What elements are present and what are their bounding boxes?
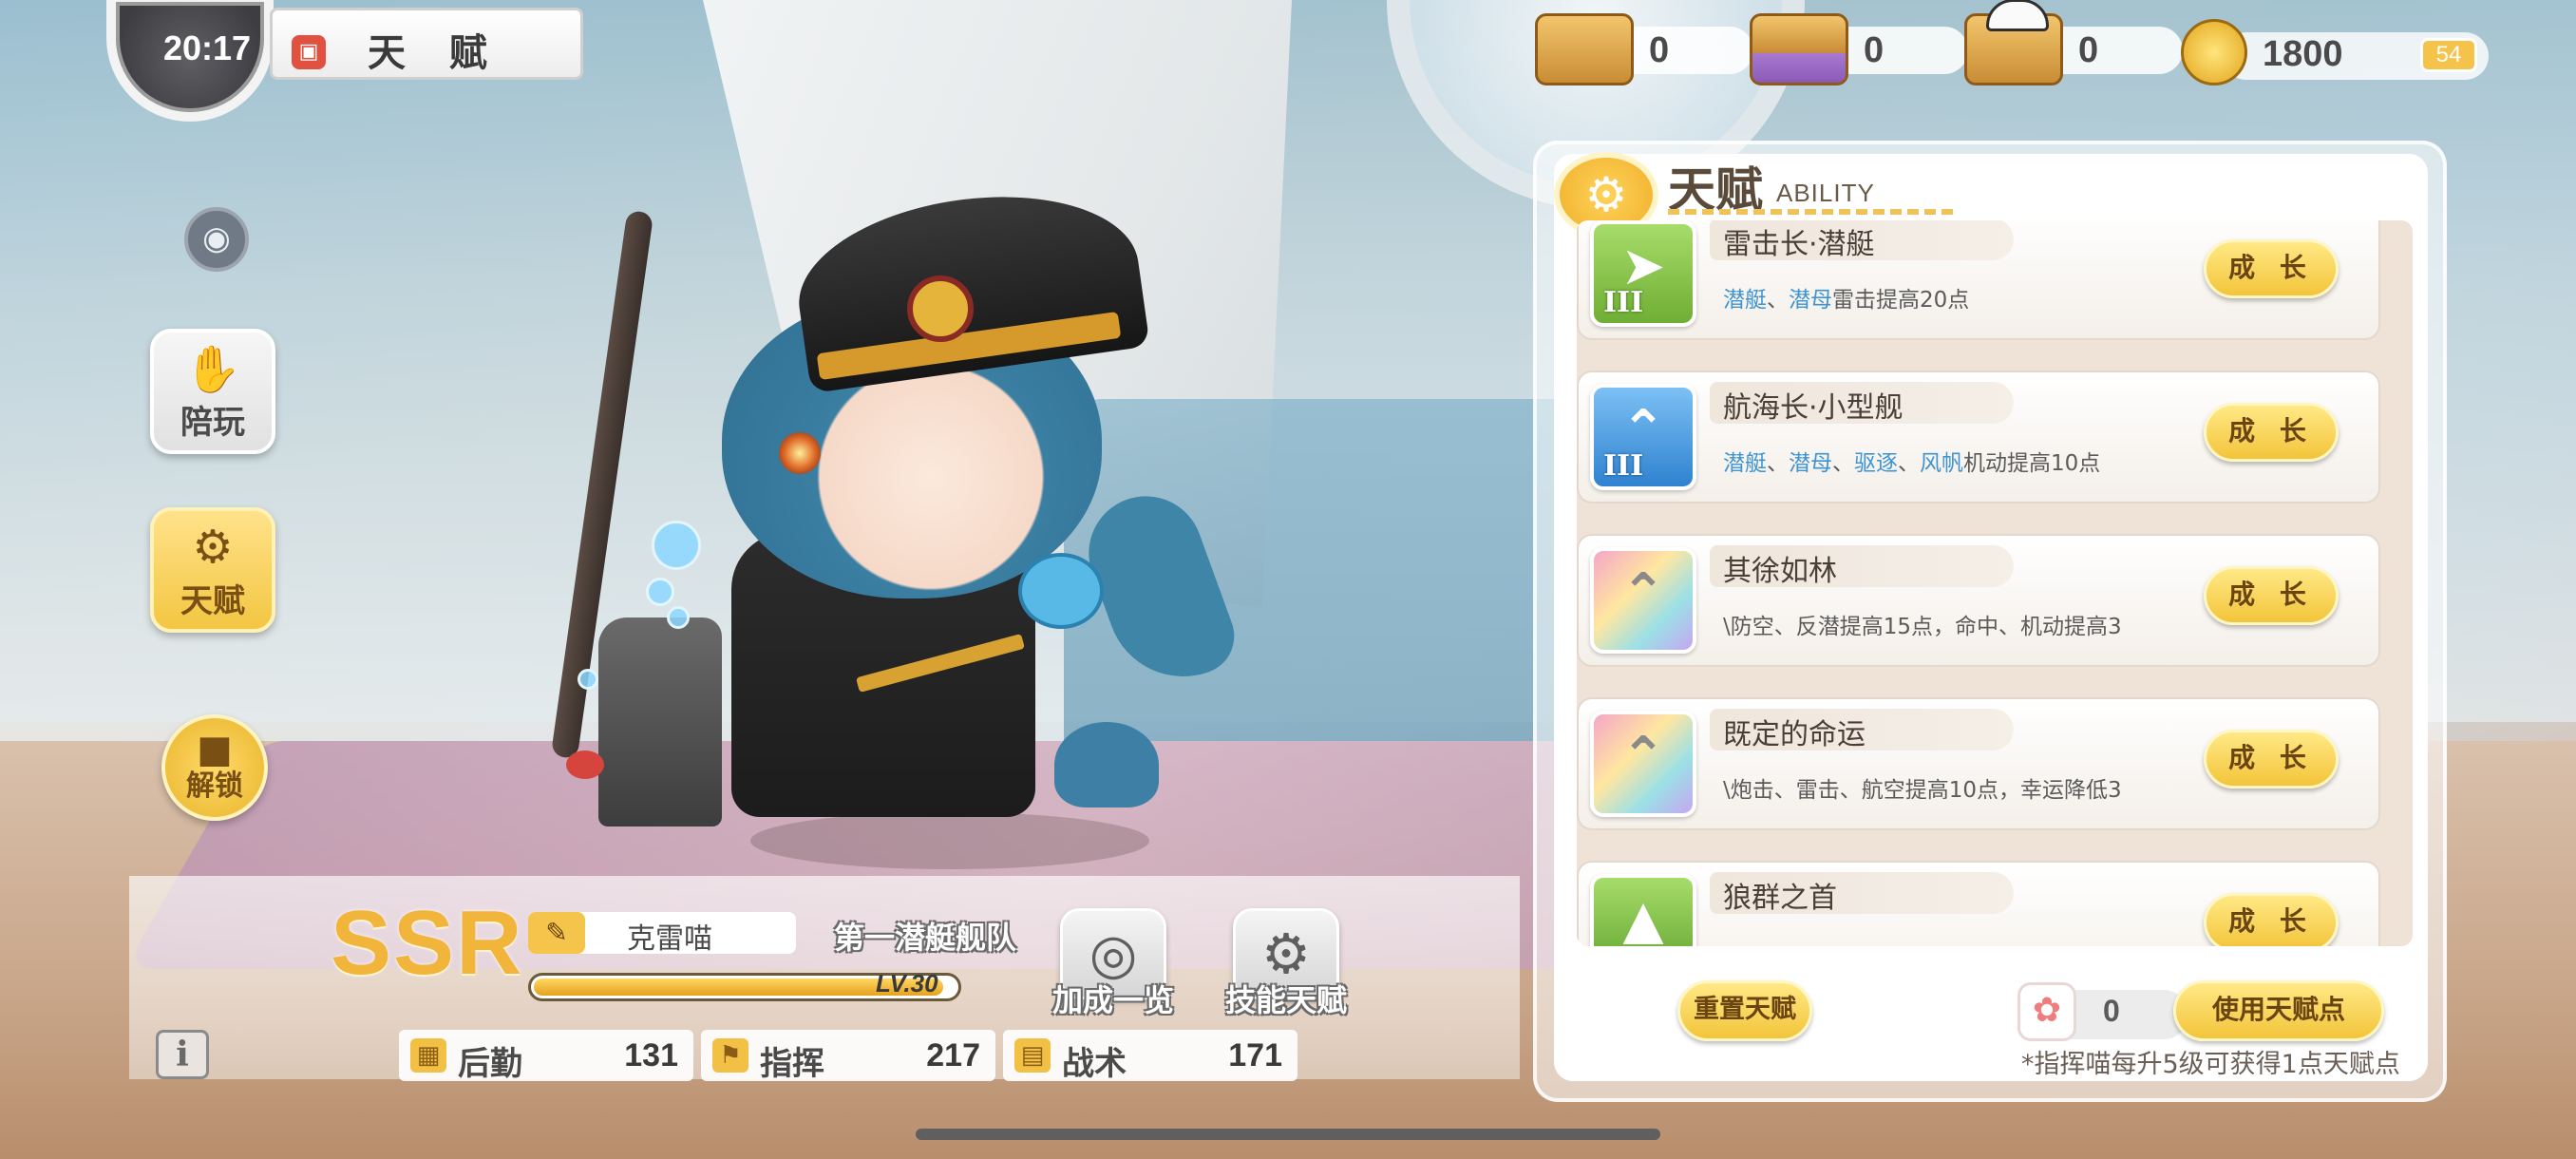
level-label: LV.30	[876, 969, 938, 998]
crab-sprite	[566, 750, 604, 779]
stat-command: ⚑ 指挥 217	[701, 1030, 995, 1083]
reset-talent-button[interactable]: 重置天赋	[1677, 980, 1812, 1041]
bonus-overview-button[interactable]: ◎ 加成一览	[1052, 908, 1174, 1018]
rarity-label: SSR	[331, 892, 524, 994]
use-talent-points-button[interactable]: 使用天赋点	[2173, 980, 2384, 1041]
talent-description: 潜艇、潜母、驱逐、风帆机动提高10点	[1723, 451, 2101, 476]
talent-description: \炮击、雷击、航空提高10点，幸运降低3点	[1723, 778, 2122, 803]
talent-card: ▲ 狼群之首 成 长	[1577, 861, 2380, 946]
unlock-button[interactable]: ■ 解锁	[161, 714, 268, 821]
grow-button[interactable]: 成 长	[2204, 730, 2339, 788]
resource-count: 0	[1649, 30, 1670, 70]
talent-button[interactable]: ⚙ 天赋	[150, 507, 275, 633]
talent-tier: III	[1603, 449, 1644, 483]
character-sprite[interactable]	[550, 176, 1245, 874]
talent-description: \防空、反潜提高15点，命中、机动提高3点	[1723, 615, 2122, 639]
stat-label: 指挥	[760, 1045, 824, 1083]
grow-button[interactable]: 成 长	[2204, 403, 2339, 462]
talent-points-note: *指挥喵每升5级可获得1点天赋点	[2021, 1050, 2400, 1079]
stat-logistics: ▦ 后勤 131	[399, 1030, 693, 1083]
stat-label: 战术	[1062, 1045, 1127, 1083]
fish-sprite	[1018, 553, 1104, 629]
grow-button[interactable]: 成 长	[2204, 566, 2339, 625]
stat-value: 171	[1228, 1037, 1282, 1074]
flag-icon: ⚑	[712, 1038, 748, 1073]
battery-indicator: 54	[2420, 38, 2477, 72]
character-shadow	[750, 812, 1149, 869]
wolf-icon: ▲	[1590, 874, 1696, 946]
skill-talent-button[interactable]: ⚙ 技能天赋	[1225, 908, 1347, 1018]
talent-card: ⌃ 既定的命运 \炮击、雷击、航空提高10点，幸运降低3点 成 长	[1577, 697, 2380, 840]
talent-name: 雷击长·潜艇	[1723, 228, 1875, 261]
resource-count: 0	[1864, 30, 1885, 70]
character-eye	[779, 432, 821, 474]
purple-box-icon	[1750, 13, 1848, 86]
home-indicator[interactable]	[916, 1129, 1660, 1140]
rainbow-chevron-icon: ⌃	[1590, 711, 1696, 817]
bubble	[667, 606, 690, 629]
talent-points-count: 0	[2103, 994, 2120, 1028]
octopus-sprite	[1054, 722, 1159, 808]
cardboard-box-icon	[1535, 13, 1634, 86]
paw-hand-icon: ✋	[184, 343, 241, 396]
coin-count: 1800	[2263, 34, 2343, 74]
bubble	[646, 578, 674, 606]
torpedo-icon: ➤ III	[1590, 220, 1696, 327]
hat-badge	[907, 276, 974, 342]
gold-coin-icon	[2181, 19, 2247, 86]
skill-talent-label: 技能天赋	[1224, 982, 1347, 1018]
bonus-overview-label: 加成一览	[1051, 982, 1174, 1018]
talent-name: 航海长·小型舰	[1723, 391, 1904, 425]
talent-label: 天赋	[180, 582, 245, 620]
rainbow-chevron-icon: ⌃	[1590, 547, 1696, 654]
stat-label: 后勤	[458, 1045, 522, 1083]
page-title-bar: ▣ 天 赋	[270, 8, 583, 80]
talent-card: ⌃ III 航海长·小型舰 潜艇、潜母、驱逐、风帆机动提高10点 成 长	[1577, 370, 2380, 513]
talent-name: 既定的命运	[1723, 718, 1866, 751]
book-icon: ▤	[1014, 1038, 1051, 1073]
chevron-rank-icon: ⌃ III	[1590, 384, 1696, 490]
status-clock: 20:17	[163, 28, 252, 67]
stat-value: 131	[624, 1037, 678, 1074]
talent-card: ⌃ 其徐如林 \防空、反潜提高15点，命中、机动提高3点 成 长	[1577, 534, 2380, 676]
talent-list[interactable]: ➤ III 雷击长·潜艇 潜艇、潜母雷击提高20点 成 长 ⌃ III 航海长·…	[1577, 220, 2413, 946]
bubble	[578, 669, 598, 690]
trash-icon: ▣	[292, 35, 326, 69]
pencil-icon[interactable]: ✎	[528, 912, 585, 954]
stat-tactics: ▤ 战术 171	[1003, 1030, 1297, 1083]
fleet-name: 第一潜艇舰队	[834, 920, 1017, 956]
rock-pile	[598, 618, 722, 826]
title-underline	[1668, 209, 1953, 215]
bubble	[652, 521, 701, 570]
resource-count: 0	[2078, 30, 2099, 70]
captain-box-icon	[1964, 0, 2063, 86]
page-title: 天 赋	[368, 31, 502, 75]
info-icon[interactable]: i	[156, 1030, 209, 1079]
talent-name: 其徐如林	[1723, 555, 1837, 588]
hide-ui-eye-button[interactable]: ◉	[184, 207, 249, 272]
talent-name: 狼群之首	[1723, 882, 1837, 915]
box-icon: ▦	[410, 1038, 446, 1073]
play-button[interactable]: ✋ 陪玩	[150, 329, 275, 454]
unlock-label: 解锁	[186, 770, 243, 803]
play-label: 陪玩	[180, 404, 245, 442]
eye-icon: ◉	[202, 219, 231, 257]
stat-value: 217	[926, 1037, 980, 1074]
paw-gear-icon: ⚙	[192, 521, 234, 574]
paw-icon: ✿	[2017, 982, 2076, 1041]
talent-tier: III	[1603, 286, 1644, 319]
grow-button[interactable]: 成 长	[2204, 239, 2339, 298]
talent-description: 潜艇、潜母雷击提高20点	[1723, 288, 1970, 313]
talent-card: ➤ III 雷击长·潜艇 潜艇、潜母雷击提高20点 成 长	[1577, 220, 2380, 350]
panel-subtitle: ABILITY	[1776, 179, 1875, 207]
character-name: 克雷喵	[627, 922, 712, 956]
grow-button[interactable]: 成 长	[2204, 893, 2339, 946]
